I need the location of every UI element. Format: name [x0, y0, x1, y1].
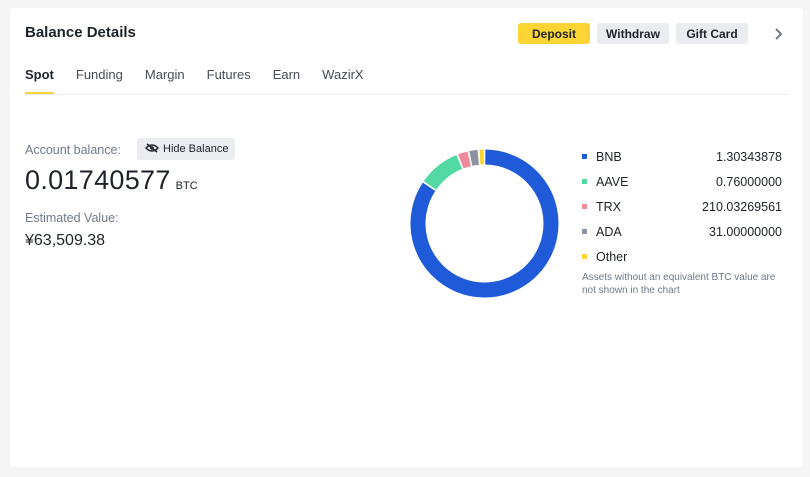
legend-swatch: [582, 254, 587, 259]
withdraw-button[interactable]: Withdraw: [597, 23, 669, 44]
legend-value: 210.03269561: [702, 199, 782, 214]
legend-item-aave: AAVE 0.76000000: [582, 169, 782, 194]
balance-amount: 0.01740577: [25, 165, 171, 195]
page-title: Balance Details: [25, 24, 136, 41]
gift-card-button[interactable]: Gift Card: [676, 23, 748, 44]
balance-donut-chart: [410, 149, 559, 298]
legend-note: Assets without an equivalent BTC value a…: [582, 272, 776, 296]
legend-value: 0.76000000: [715, 174, 782, 189]
donut-slice-trx: [458, 151, 472, 169]
legend-value: 31.00000000: [709, 224, 782, 239]
tab-spot[interactable]: Spot: [25, 67, 54, 95]
tab-divider: [25, 94, 789, 95]
legend-name: ADA: [596, 224, 622, 239]
tab-funding[interactable]: Funding: [76, 67, 123, 95]
estimated-value: ¥63,509.38: [25, 232, 106, 249]
legend-name: BNB: [596, 149, 622, 164]
balance-unit: BTC: [175, 180, 198, 192]
tab-futures[interactable]: Futures: [207, 67, 251, 95]
legend-item-bnb: BNB 1.30343878: [582, 144, 782, 169]
tab-wazirx[interactable]: WazirX: [322, 67, 363, 95]
account-balance-label: Account balance:: [25, 143, 121, 157]
deposit-button[interactable]: Deposit: [518, 23, 590, 44]
legend-swatch: [582, 229, 587, 234]
donut-slice-ada: [469, 149, 480, 166]
balance-display: 0.01740577 BTC: [25, 165, 198, 196]
estimated-value-label: Estimated Value:: [25, 211, 119, 225]
legend-value: 1.30343878: [715, 149, 782, 164]
legend-swatch: [582, 204, 587, 209]
legend-name: Other: [596, 249, 628, 264]
legend-item-ada: ADA 31.00000000: [582, 219, 782, 244]
legend-name: TRX: [596, 199, 621, 214]
legend-swatch: [582, 179, 587, 184]
tab-bar: Spot Funding Margin Futures Earn WazirX: [25, 67, 386, 95]
hide-balance-label: Hide Balance: [163, 143, 229, 155]
donut-slice-aave: [423, 155, 463, 190]
tab-earn[interactable]: Earn: [273, 67, 300, 95]
hide-balance-button[interactable]: Hide Balance: [137, 138, 235, 160]
legend-item-other: Other: [582, 244, 782, 269]
legend-item-trx: TRX 210.03269561: [582, 194, 782, 219]
eye-slash-icon: [145, 142, 163, 156]
legend-swatch: [582, 154, 587, 159]
balance-details-card: Balance Details Deposit Withdraw Gift Ca…: [10, 8, 803, 467]
legend-name: AAVE: [596, 174, 629, 189]
chevron-right-icon[interactable]: [770, 26, 786, 42]
chart-legend: BNB 1.30343878 AAVE 0.76000000 TRX 210.0…: [582, 144, 782, 297]
tab-margin[interactable]: Margin: [145, 67, 185, 95]
